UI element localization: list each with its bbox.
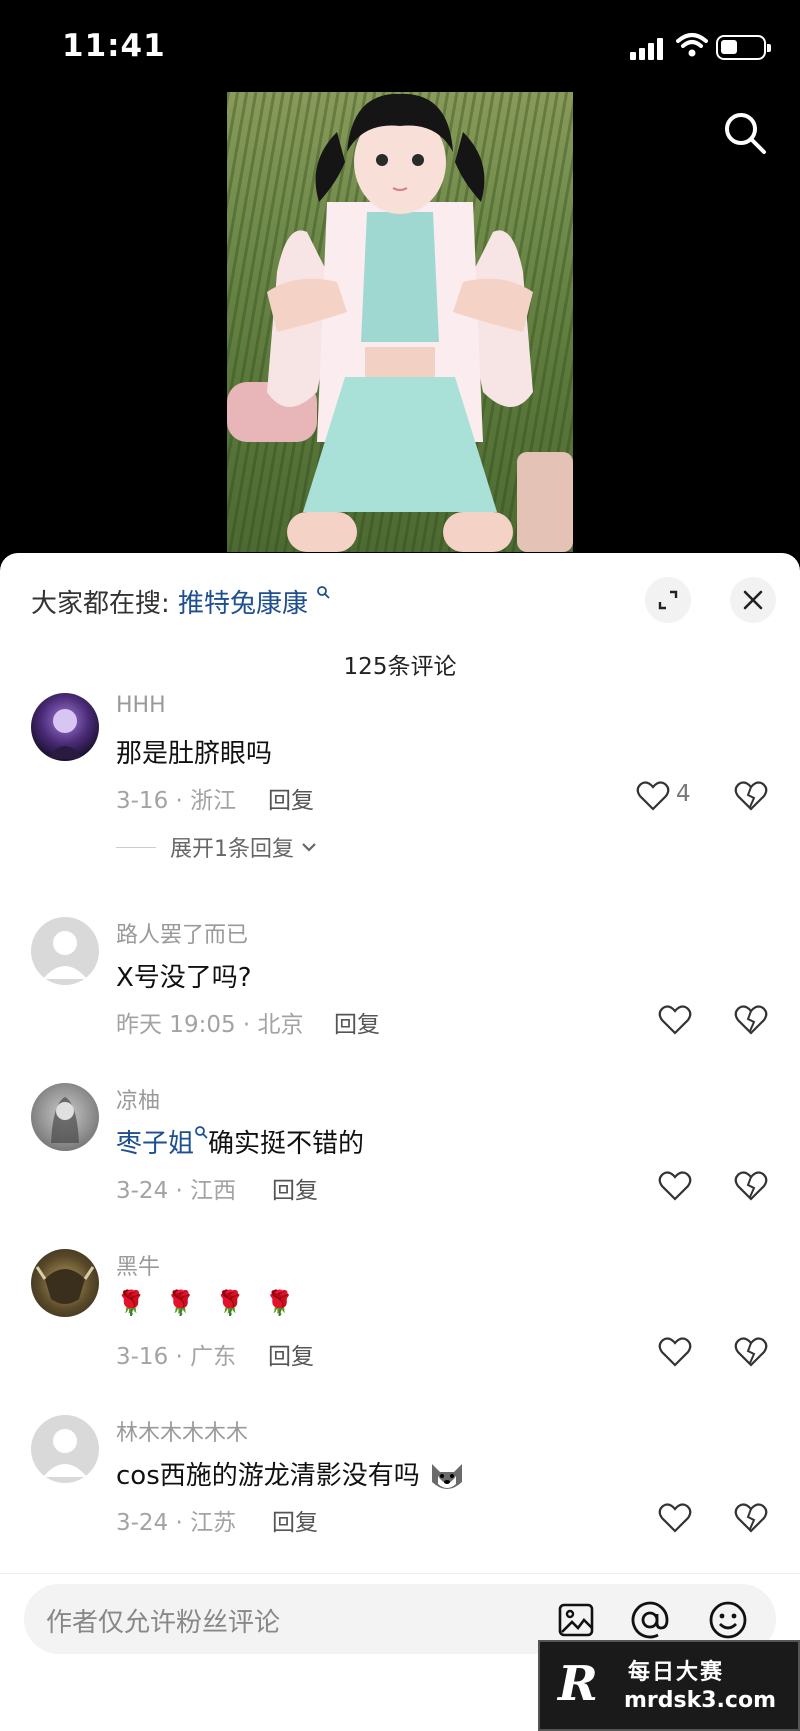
broken-heart-icon[interactable] — [734, 779, 768, 813]
comment-item: 路人罢了而已 X号没了吗? 昨天 19:05 · 北京 回复 — [0, 917, 800, 1047]
heart-icon[interactable] — [658, 1169, 692, 1203]
heart-icon[interactable] — [658, 1003, 692, 1037]
comment-username[interactable]: 路人罢了而已 — [116, 917, 248, 949]
avatar[interactable] — [31, 1249, 99, 1317]
status-time: 11:41 — [62, 28, 166, 64]
search-small-icon — [317, 586, 330, 599]
chevron-down-icon — [302, 843, 316, 852]
video-player[interactable] — [227, 92, 573, 552]
avatar[interactable] — [31, 1083, 99, 1151]
emoji-icon[interactable] — [708, 1600, 748, 1640]
reply-button[interactable]: 回复 — [268, 781, 314, 815]
expand-icon — [658, 590, 678, 610]
mention-link[interactable]: 枣子姐 — [116, 1129, 194, 1159]
comment-meta: 3-16 · 浙江 — [116, 788, 237, 814]
comment-meta: 3-16 · 广东 — [116, 1344, 237, 1370]
comment-meta: 昨天 19:05 · 北京 — [116, 1012, 304, 1038]
watermark-url: mrdsk3.com — [624, 1688, 776, 1713]
comment-text: cos西施的游龙清影没有吗 — [116, 1455, 466, 1494]
comment-username[interactable]: 黑牛 — [116, 1249, 160, 1281]
expand-replies-label: 展开1条回复 — [170, 837, 294, 862]
wifi-icon — [676, 33, 708, 57]
hot-search[interactable]: 大家都在搜: 推特兔康康 — [31, 583, 330, 620]
expand-replies-button[interactable]: 展开1条回复 — [116, 831, 318, 863]
comment-text: 那是肚脐眼吗 — [116, 739, 273, 769]
comment-input-placeholder: 作者仅允许粉丝评论 — [46, 1608, 281, 1638]
watermark-logo: R — [558, 1656, 598, 1712]
battery-icon — [716, 35, 771, 60]
hot-search-term[interactable]: 推特兔康康 — [178, 589, 308, 619]
broken-heart-icon[interactable] — [734, 1169, 768, 1203]
reply-button[interactable]: 回复 — [334, 1005, 380, 1039]
comment-count: 125条评论 — [343, 654, 457, 680]
video-frame-image — [227, 93, 573, 552]
comment-item: 黑牛 🌹 🌹 🌹 🌹 3-16 · 广东 回复 — [0, 1249, 800, 1379]
comment-text: X号没了吗? — [116, 963, 252, 993]
broken-heart-icon[interactable] — [734, 1501, 768, 1535]
search-icon[interactable] — [722, 110, 768, 156]
like-count: 4 — [676, 781, 691, 807]
comment-item: HHH 那是肚脐眼吗 3-16 · 浙江 回复 4 展开1条回复 — [0, 693, 800, 873]
signal-icon — [630, 38, 664, 60]
reply-button[interactable]: 回复 — [268, 1337, 314, 1371]
comment-username[interactable]: 凉柚 — [116, 1083, 160, 1115]
watermark-title: 每日大赛 — [628, 1660, 725, 1685]
heart-icon[interactable] — [658, 1335, 692, 1369]
comment-body: 确实挺不错的 — [208, 1129, 365, 1159]
image-icon[interactable] — [556, 1600, 596, 1640]
avatar[interactable] — [31, 917, 99, 985]
avatar[interactable] — [31, 693, 99, 761]
reply-button[interactable]: 回复 — [272, 1171, 318, 1205]
comment-meta: 3-24 · 江西 — [116, 1178, 237, 1204]
heart-icon[interactable] — [636, 779, 670, 813]
comment-text: 枣子姐 确实挺不错的 — [116, 1123, 364, 1160]
comment-item: 凉柚 枣子姐 确实挺不错的 3-24 · 江西 回复 — [0, 1083, 800, 1213]
close-button[interactable] — [730, 577, 776, 623]
status-bar: 11:41 — [0, 0, 800, 92]
comment-username[interactable]: HHH — [116, 693, 166, 718]
comment-text: 🌹 🌹 🌹 🌹 — [116, 1289, 301, 1317]
reply-button[interactable]: 回复 — [272, 1503, 318, 1537]
search-small-icon — [195, 1126, 208, 1139]
broken-heart-icon[interactable] — [734, 1003, 768, 1037]
close-icon — [743, 590, 763, 610]
hot-search-prefix: 大家都在搜: — [31, 589, 170, 619]
avatar[interactable] — [31, 1415, 99, 1483]
comment-body: cos西施的游龙清影没有吗 — [116, 1461, 420, 1491]
expand-button[interactable] — [645, 577, 691, 623]
watermark: R 每日大赛 mrdsk3.com — [538, 1640, 800, 1731]
heart-icon[interactable] — [658, 1501, 692, 1535]
comment-sheet: 大家都在搜: 推特兔康康 125条评论 HHH 那是肚脐眼吗 3-16 · 浙江… — [0, 553, 800, 1731]
comment-item: 林木木木木木 cos西施的游龙清影没有吗 3-24 · 江苏 回复 — [0, 1415, 800, 1545]
comment-meta: 3-24 · 江苏 — [116, 1510, 237, 1536]
husky-emoji-icon — [432, 1463, 463, 1489]
at-icon[interactable] — [630, 1600, 670, 1640]
comment-username[interactable]: 林木木木木木 — [116, 1415, 248, 1447]
broken-heart-icon[interactable] — [734, 1335, 768, 1369]
